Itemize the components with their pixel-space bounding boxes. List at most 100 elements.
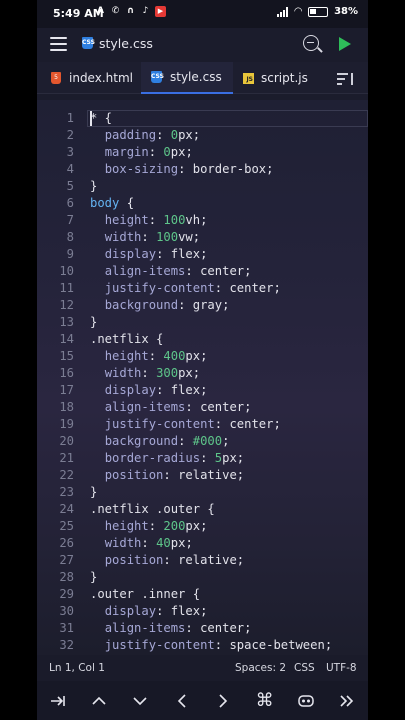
line-number: 31 [59, 621, 74, 635]
file-title: style.css [99, 36, 153, 51]
code-text: .outer .inner { [90, 587, 201, 601]
arrow-right-icon[interactable] [207, 686, 239, 716]
youtube-icon: ▶ [155, 6, 166, 17]
code-text: .netflix { [90, 332, 164, 346]
zoom-search-icon[interactable] [303, 35, 319, 51]
line-number: 17 [59, 383, 74, 397]
arrow-left-icon[interactable] [166, 686, 198, 716]
status-bar: 5:49 AM A ✆ ∩ ♪ ▶ ◠ 38% [37, 0, 368, 28]
code-line[interactable]: 32 justify-content: space-between; [37, 637, 368, 654]
code-line[interactable]: 7 height: 100vh; [37, 212, 368, 229]
code-text: justify-content: center; [104, 281, 281, 295]
code-line[interactable]: 8 width: 100vw; [37, 229, 368, 246]
code-text: background: #000; [104, 434, 230, 448]
code-line[interactable]: 12 background: gray; [37, 297, 368, 314]
sort-icon[interactable] [337, 73, 355, 85]
line-number: 8 [66, 230, 74, 244]
line-number: 25 [59, 519, 74, 533]
arrow-down-icon[interactable] [124, 686, 156, 716]
code-text: display: flex; [104, 604, 208, 618]
code-editor[interactable]: 1 * {2 padding: 0px; 3 margin: 0px; 4 box-s… [37, 100, 368, 655]
app-screen: 5:49 AM A ✆ ∩ ♪ ▶ ◠ 38% CSS style.css 5 … [37, 0, 368, 720]
line-number: 23 [59, 485, 74, 499]
tab-style-css[interactable]: CSS style.css [141, 62, 233, 94]
command-key-icon[interactable]: ⌘ [249, 686, 281, 716]
line-number: 32 [59, 638, 74, 652]
code-line[interactable]: 2 padding: 0px; [37, 127, 368, 144]
code-line[interactable]: 30 display: flex; [37, 603, 368, 620]
battery-percent: 38% [334, 6, 358, 17]
menu-icon[interactable] [50, 37, 67, 51]
headphones-icon: ∩ [126, 6, 135, 16]
code-line[interactable]: 28} [37, 569, 368, 586]
line-number: 26 [59, 536, 74, 550]
code-line[interactable]: 24 .netflix .outer { [37, 501, 368, 518]
run-play-icon[interactable] [339, 37, 351, 51]
code-line[interactable]: 16 width: 300px; [37, 365, 368, 382]
line-number: 24 [59, 502, 74, 516]
line-number: 27 [59, 553, 74, 567]
line-number: 18 [59, 400, 74, 414]
code-line[interactable]: 27 position: relative; [37, 552, 368, 569]
code-text: box-sizing: border-box; [104, 162, 274, 176]
line-number: 29 [59, 587, 74, 601]
code-line[interactable]: 26 width: 40px; [37, 535, 368, 552]
code-line[interactable]: 11 justify-content: center; [37, 280, 368, 297]
battery-icon [308, 6, 329, 17]
gamepad-icon[interactable] [290, 686, 322, 716]
file-encoding[interactable]: UTF-8 [326, 662, 357, 674]
code-line[interactable]: 14 .netflix { [37, 331, 368, 348]
notification-icons: A ✆ ∩ ♪ ▶ [95, 6, 166, 17]
code-text: position: relative; [104, 553, 245, 567]
tab-index-html[interactable]: 5 index.html [51, 62, 147, 94]
code-text: padding: 0px; [104, 128, 201, 142]
code-text: } [90, 179, 98, 193]
line-number: 30 [59, 604, 74, 618]
notification-a-icon: A [97, 6, 104, 16]
line-number: 4 [66, 162, 74, 176]
code-line[interactable]: 21 border-radius: 5px; [37, 450, 368, 467]
wifi-icon: ◠ [294, 6, 303, 17]
code-line[interactable]: 1 * { [37, 110, 368, 127]
music-icon: ♪ [142, 6, 149, 16]
code-line[interactable]: 3 margin: 0px; [37, 144, 368, 161]
line-number: 9 [66, 247, 74, 261]
line-number: 15 [59, 349, 74, 363]
line-number: 3 [66, 145, 74, 159]
tab-key-icon[interactable] [42, 686, 74, 716]
code-line[interactable]: 25 height: 200px; [37, 518, 368, 535]
code-line[interactable]: 4 box-sizing: border-box; [37, 161, 368, 178]
code-line[interactable]: 31 align-items: center; [37, 620, 368, 637]
line-number: 14 [59, 332, 74, 346]
line-number: 2 [66, 128, 74, 142]
cursor-position[interactable]: Ln 1, Col 1 [49, 662, 105, 674]
code-line[interactable]: 18 align-items: center; [37, 399, 368, 416]
indent-setting[interactable]: Spaces: 2 [235, 662, 286, 674]
tab-script-js[interactable]: JS script.js [243, 62, 323, 94]
code-line[interactable]: 15 height: 400px; [37, 348, 368, 365]
line-number: 13 [59, 315, 74, 329]
line-number: 11 [59, 281, 74, 295]
double-chevron-right-icon[interactable] [331, 686, 363, 716]
code-text: height: 400px; [104, 349, 208, 363]
code-line[interactable]: 22 position: relative; [37, 467, 368, 484]
line-number: 12 [59, 298, 74, 312]
code-line[interactable]: 10 align-items: center; [37, 263, 368, 280]
code-line[interactable]: 20 background: #000; [37, 433, 368, 450]
text-cursor [90, 111, 92, 126]
line-number: 5 [66, 179, 74, 193]
code-text: } [90, 570, 98, 584]
line-number: 7 [66, 213, 74, 227]
code-line[interactable]: 13} [37, 314, 368, 331]
missed-call-icon: ✆ [111, 6, 120, 16]
language-mode[interactable]: CSS [294, 662, 315, 674]
code-line[interactable]: 19 justify-content: center; [37, 416, 368, 433]
code-line[interactable]: 6 body { [37, 195, 368, 212]
arrow-up-icon[interactable] [83, 686, 115, 716]
code-line[interactable]: 23} [37, 484, 368, 501]
code-line[interactable]: 9 display: flex; [37, 246, 368, 263]
code-line[interactable]: 5} [37, 178, 368, 195]
code-text: display: flex; [104, 383, 208, 397]
code-line[interactable]: 29 .outer .inner { [37, 586, 368, 603]
code-line[interactable]: 17 display: flex; [37, 382, 368, 399]
